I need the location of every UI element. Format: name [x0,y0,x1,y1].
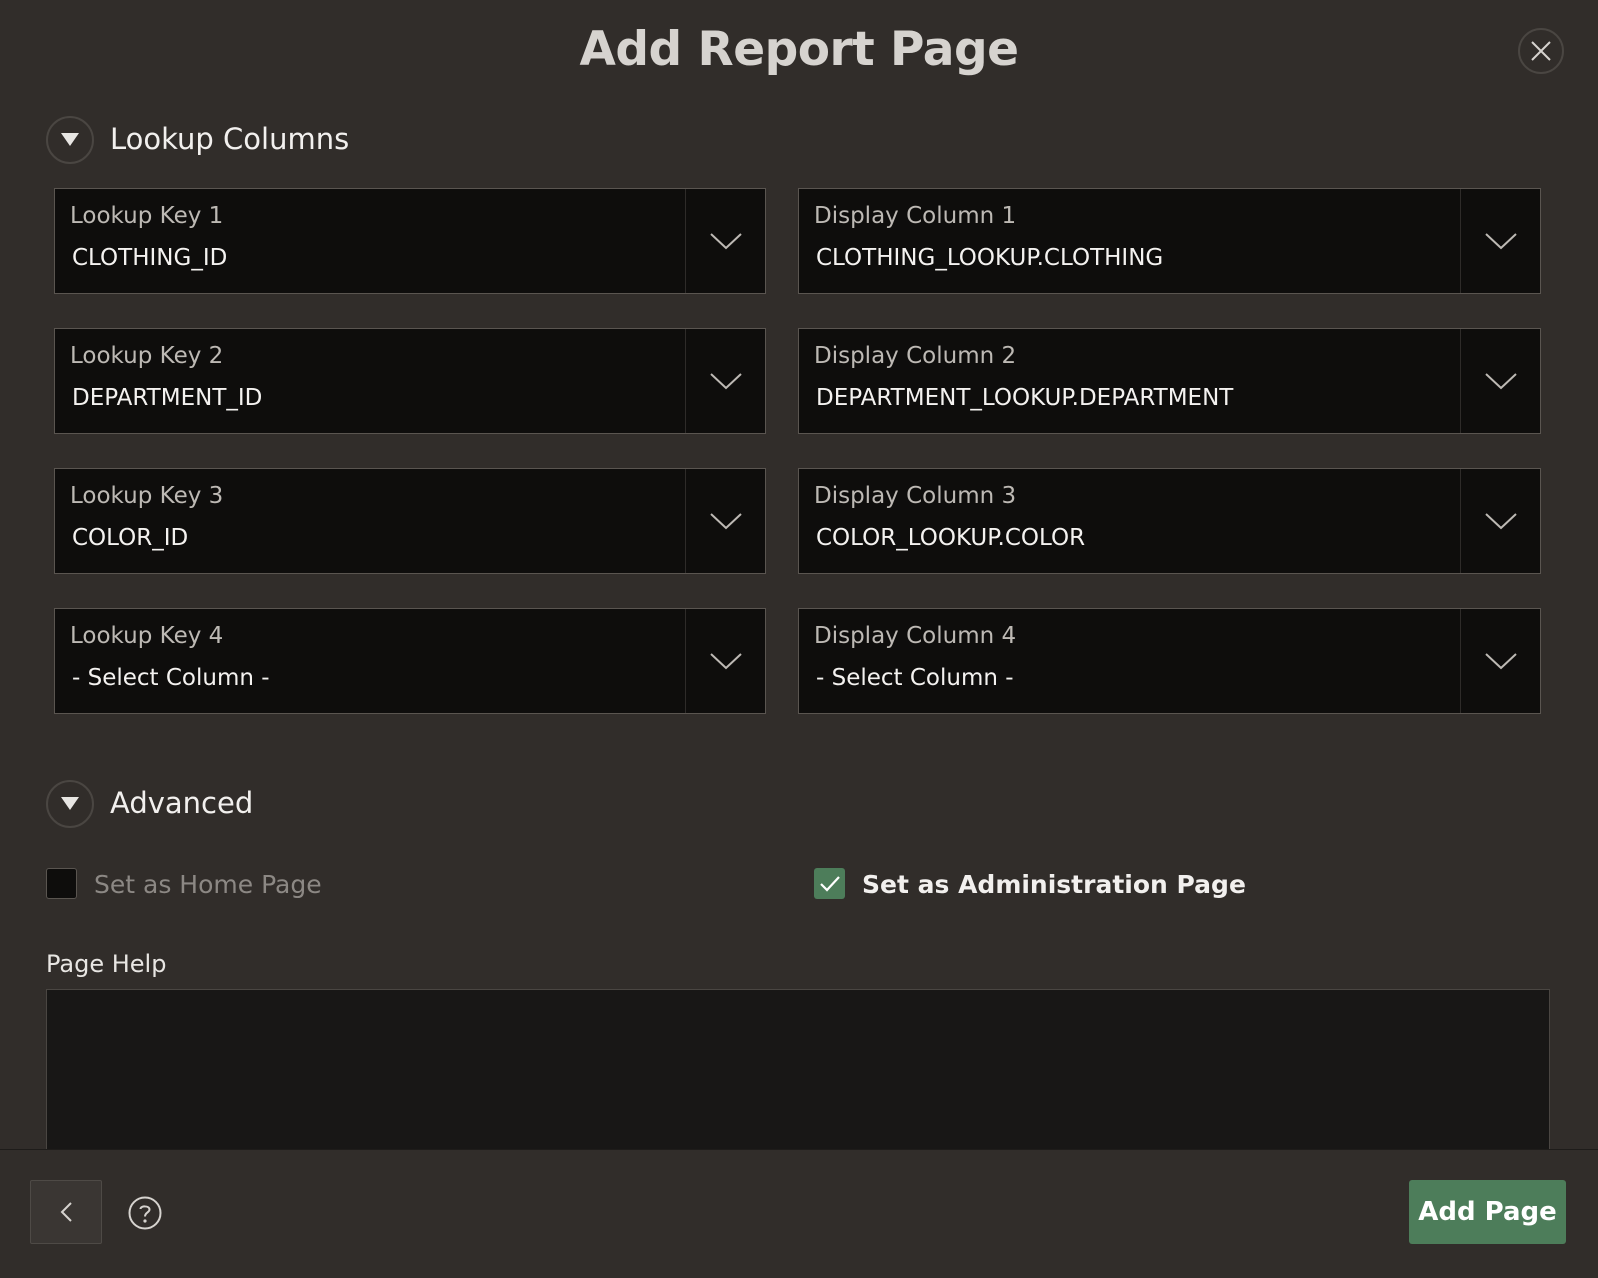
chevron-left-icon [60,1202,72,1222]
dialog-footer [0,1149,1598,1278]
field-value: DEPARTMENT_ID [72,385,263,411]
lookup-key-2-select[interactable]: Lookup Key 2 DEPARTMENT_ID [54,328,766,434]
advanced-title: Advanced [110,786,254,820]
lookup-key-3-select[interactable]: Lookup Key 3 COLOR_ID [54,468,766,574]
lookup-columns-title: Lookup Columns [110,122,350,156]
chevron-down-icon [709,513,742,530]
dropdown-toggle[interactable] [685,329,765,433]
display-column-4-select[interactable]: Display Column 4 - Select Column - [798,608,1541,714]
chevron-down-icon [709,653,742,670]
admin-page-label[interactable]: Set as Administration Page [862,870,1246,899]
field-label: Lookup Key 4 [70,623,224,649]
dropdown-toggle[interactable] [1460,329,1540,433]
field-label: Display Column 4 [814,623,1017,649]
chevron-down-icon [709,373,742,390]
chevron-down-icon [709,233,742,250]
dropdown-toggle[interactable] [1460,469,1540,573]
lookup-key-4-select[interactable]: Lookup Key 4 - Select Column - [54,608,766,714]
caret-down-icon [61,797,79,810]
chevron-down-icon [1484,513,1517,530]
page-help-label: Page Help [46,950,167,978]
field-value: - Select Column - [816,665,1014,691]
dropdown-toggle[interactable] [685,609,765,713]
display-column-3-select[interactable]: Display Column 3 COLOR_LOOKUP.COLOR [798,468,1541,574]
lookup-columns-toggle[interactable] [46,116,94,164]
field-label: Lookup Key 1 [70,203,224,229]
chevron-down-icon [1484,233,1517,250]
close-button[interactable] [1518,28,1564,74]
close-icon [1531,41,1551,61]
chevron-down-icon [1484,653,1517,670]
dialog-title: Add Report Page [579,22,1019,77]
field-label: Lookup Key 2 [70,343,224,369]
home-page-checkbox[interactable] [46,868,77,899]
page-help-textarea[interactable] [46,989,1550,1157]
checkmark-icon [819,875,840,892]
help-button[interactable] [128,1196,162,1230]
field-value: COLOR_LOOKUP.COLOR [816,525,1086,551]
previous-button[interactable] [30,1180,102,1244]
advanced-toggle[interactable] [46,780,94,828]
field-value: COLOR_ID [72,525,189,551]
dropdown-toggle[interactable] [685,189,765,293]
caret-down-icon [61,133,79,146]
lookup-key-1-select[interactable]: Lookup Key 1 CLOTHING_ID [54,188,766,294]
field-value: CLOTHING_LOOKUP.CLOTHING [816,245,1164,271]
field-label: Display Column 3 [814,483,1017,509]
field-label: Display Column 2 [814,343,1017,369]
display-column-2-select[interactable]: Display Column 2 DEPARTMENT_LOOKUP.DEPAR… [798,328,1541,434]
dropdown-toggle[interactable] [1460,609,1540,713]
display-column-1-select[interactable]: Display Column 1 CLOTHING_LOOKUP.CLOTHIN… [798,188,1541,294]
add-page-button[interactable]: Add Page [1409,1180,1566,1244]
dropdown-toggle[interactable] [1460,189,1540,293]
help-icon [128,1196,162,1230]
chevron-down-icon [1484,373,1517,390]
field-value: CLOTHING_ID [72,245,228,271]
admin-page-checkbox[interactable] [814,868,845,899]
field-value: DEPARTMENT_LOOKUP.DEPARTMENT [816,385,1234,411]
field-value: - Select Column - [72,665,270,691]
field-label: Lookup Key 3 [70,483,224,509]
field-label: Display Column 1 [814,203,1017,229]
dropdown-toggle[interactable] [685,469,765,573]
home-page-label[interactable]: Set as Home Page [94,870,322,899]
